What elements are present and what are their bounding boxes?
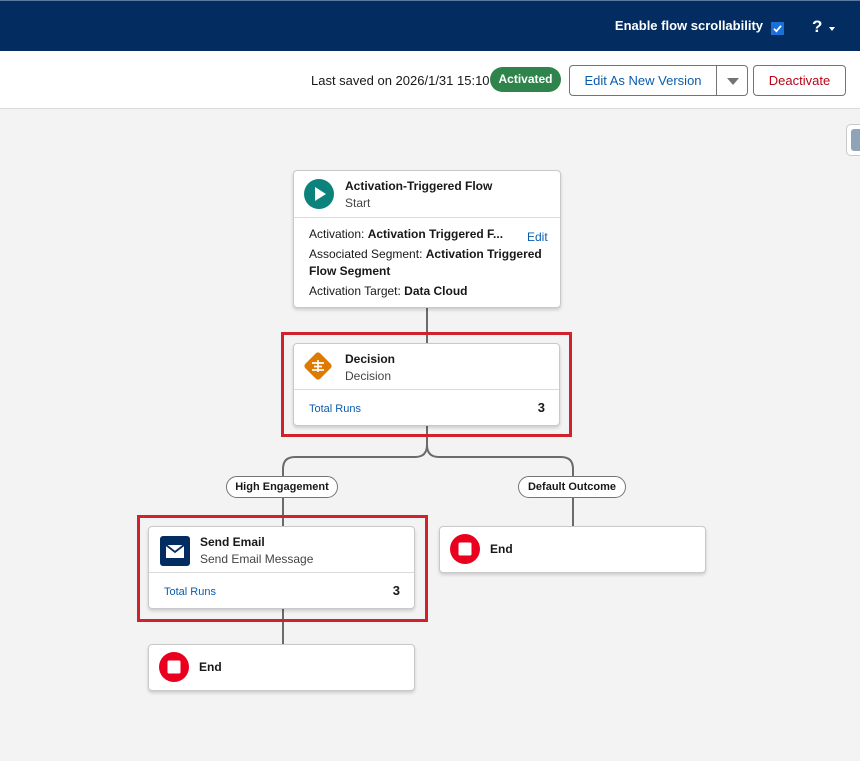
end-node-title: End — [199, 660, 222, 674]
segment-row: Associated Segment: Activation Triggered… — [309, 246, 542, 279]
edit-link[interactable]: Edit — [527, 230, 548, 244]
target-row: Activation Target: Data Cloud — [309, 283, 468, 298]
start-node-details: Activation: Activation Triggered F... As… — [294, 217, 560, 300]
end-node-default[interactable]: End — [439, 526, 706, 573]
activation-row: Activation: Activation Triggered F... — [309, 227, 504, 241]
start-node[interactable]: Activation-Triggered Flow Start Activati… — [293, 170, 561, 308]
start-node-title: Activation-Triggered Flow — [345, 179, 493, 193]
stop-icon — [450, 534, 480, 564]
stop-icon — [159, 652, 189, 682]
start-node-header: Activation-Triggered Flow Start — [294, 171, 560, 217]
send-email-highlight — [137, 515, 428, 622]
end-node-title: End — [490, 542, 513, 556]
start-node-subtitle: Start — [345, 196, 371, 210]
decision-highlight — [281, 332, 572, 437]
branch-label-default-outcome[interactable]: Default Outcome — [518, 476, 626, 498]
play-icon — [304, 179, 334, 209]
branch-label-high-engagement[interactable]: High Engagement — [226, 476, 338, 498]
end-node-high-engagement[interactable]: End — [148, 644, 415, 691]
